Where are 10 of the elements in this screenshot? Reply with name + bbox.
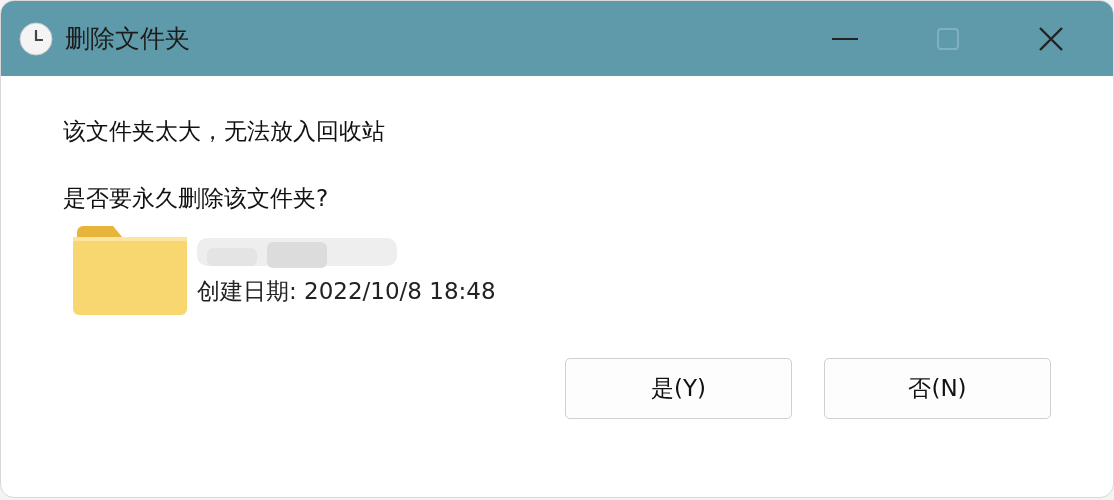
clock-icon (19, 21, 53, 56)
question-text: 是否要永久删除该文件夹? (63, 184, 330, 213)
dialog-button[interactable]: 是(Y) (565, 358, 792, 419)
created-date: 创建日期: 2022/10/8 18:48 (197, 277, 496, 306)
close-icon (1038, 25, 1064, 52)
folder-icon (73, 224, 187, 316)
maximize-icon (937, 27, 959, 50)
dialog-button[interactable]: 否(N) (824, 358, 1051, 419)
window-title: 删除文件夹 (65, 23, 191, 55)
message-text: 该文件夹太大，无法放入回收站 (63, 117, 386, 146)
